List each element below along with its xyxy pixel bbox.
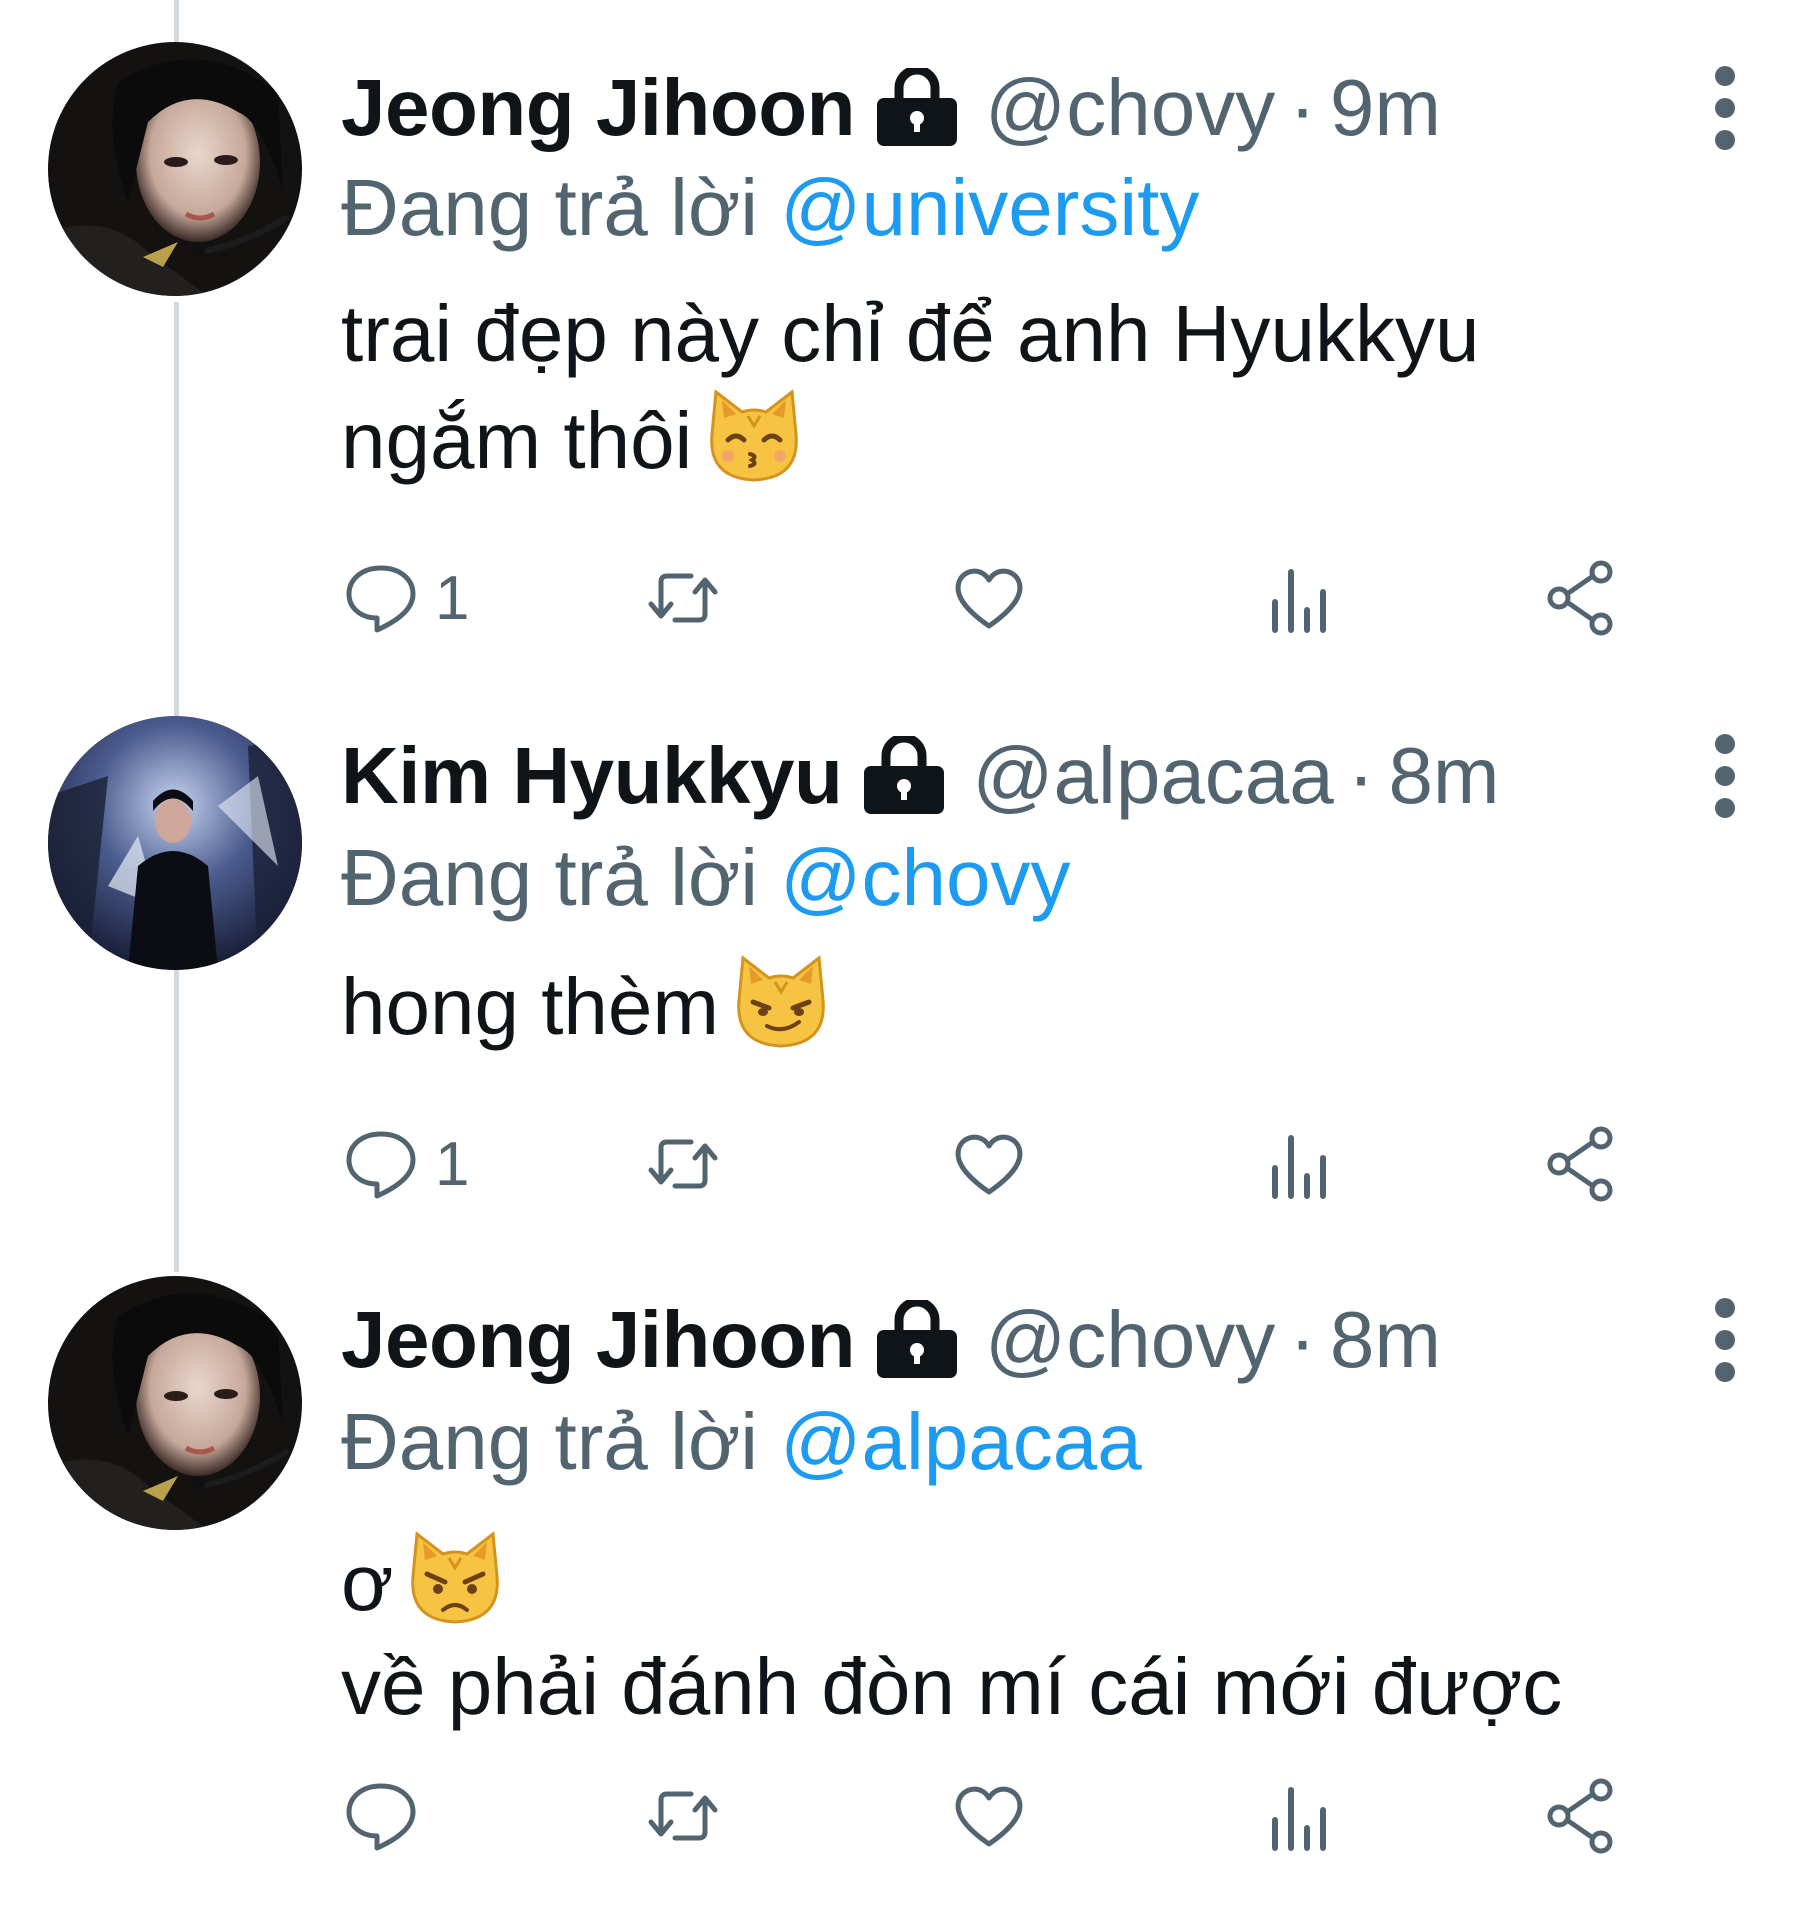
like-button[interactable]	[949, 1766, 1029, 1866]
tweet-actions: 1	[341, 548, 1691, 648]
timestamp[interactable]: 8m	[1330, 1290, 1441, 1390]
avatar[interactable]	[48, 42, 302, 296]
thread-line-top	[174, 0, 179, 42]
more-icon[interactable]	[1710, 1290, 1740, 1390]
share-button[interactable]	[1541, 1114, 1621, 1214]
share-icon	[1547, 560, 1613, 636]
display-name[interactable]: Jeong Jihoon	[341, 58, 856, 158]
tweet-text-line: ơ	[341, 1528, 1562, 1635]
analytics-button[interactable]	[1261, 1766, 1341, 1866]
pouting-cat-emoji	[405, 1528, 505, 1628]
tweet-text-line: ngắm thôi	[341, 386, 1479, 493]
like-icon	[955, 1786, 1023, 1847]
analytics-button[interactable]	[1261, 548, 1341, 648]
tweet-text-line: hong thèm	[341, 952, 831, 1059]
tweet-text: hong thèm	[341, 952, 831, 1059]
username-handle[interactable]: @chovy	[985, 1290, 1275, 1390]
analytics-icon	[1272, 1135, 1326, 1199]
tweet-text-line: về phải đánh đòn mí cái mới được	[341, 1642, 1563, 1731]
share-icon	[1547, 1778, 1613, 1854]
analytics-button[interactable]	[1261, 1114, 1341, 1214]
username-handle[interactable]: @alpacaa	[972, 726, 1333, 826]
reply-count: 1	[435, 563, 470, 633]
lock-icon	[873, 68, 961, 148]
replying-to: Đang trả lời @alpacaa	[341, 1392, 1142, 1492]
avatar[interactable]	[48, 1276, 302, 1530]
tweet-actions: 1	[341, 1114, 1691, 1214]
tweet-actions	[341, 1766, 1691, 1866]
share-icon	[1547, 1126, 1613, 1202]
more-icon[interactable]	[1710, 58, 1740, 158]
replying-to-label: Đang trả lời	[341, 833, 781, 922]
retweet-icon	[648, 573, 718, 623]
tweet-text: ơ về phải đánh đòn mí cái mới được	[341, 1528, 1562, 1739]
reply-mention-link[interactable]: @alpacaa	[780, 1397, 1141, 1486]
reply-count: 1	[435, 1129, 470, 1199]
like-icon	[955, 568, 1023, 629]
username-handle[interactable]: @chovy	[985, 58, 1275, 158]
retweet-icon	[648, 1139, 718, 1189]
analytics-icon	[1272, 569, 1326, 633]
retweet-button[interactable]	[643, 548, 723, 648]
more-icon[interactable]	[1710, 726, 1740, 826]
reply-icon	[346, 1783, 416, 1851]
separator-dot: ·	[1289, 63, 1316, 152]
display-name[interactable]: Kim Hyukkyu	[341, 726, 843, 826]
tweet-text: trai đẹp này chỉ để anh Hyukkyu ngắm thô…	[341, 282, 1479, 493]
reply-mention-link[interactable]: @university	[780, 163, 1199, 252]
tweet-header: Jeong Jihoon @chovy · 8m	[341, 1290, 1698, 1390]
lock-icon	[860, 736, 948, 816]
display-name[interactable]: Jeong Jihoon	[341, 1290, 856, 1390]
tweet-text-line: trai đẹp này chỉ để anh Hyukkyu	[341, 289, 1480, 378]
timestamp[interactable]: 8m	[1388, 726, 1499, 826]
retweet-icon	[648, 1791, 718, 1841]
smirking-cat-emoji	[731, 952, 831, 1052]
share-button[interactable]	[1541, 1766, 1621, 1866]
reply-icon	[346, 565, 416, 633]
reply-icon	[346, 1131, 416, 1199]
reply-button[interactable]: 1	[341, 1114, 469, 1214]
reply-button[interactable]: 1	[341, 548, 469, 648]
avatar[interactable]	[48, 716, 302, 970]
like-icon	[955, 1134, 1023, 1195]
replying-to-label: Đang trả lời	[341, 1397, 781, 1486]
timestamp[interactable]: 9m	[1330, 58, 1441, 158]
replying-to: Đang trả lời @university	[341, 158, 1199, 258]
retweet-button[interactable]	[643, 1766, 723, 1866]
thread-line-1	[174, 302, 179, 720]
tweet-header: Kim Hyukkyu @alpacaa · 8m	[341, 726, 1698, 826]
thread-line-2	[174, 970, 179, 1272]
kissing-cat-emoji	[704, 386, 804, 486]
reply-mention-link[interactable]: @chovy	[780, 833, 1070, 922]
retweet-button[interactable]	[643, 1114, 723, 1214]
share-button[interactable]	[1541, 548, 1621, 648]
analytics-icon	[1272, 1787, 1326, 1851]
like-button[interactable]	[949, 548, 1029, 648]
separator-dot: ·	[1347, 731, 1375, 820]
like-button[interactable]	[949, 1114, 1029, 1214]
separator-dot: ·	[1289, 1295, 1316, 1384]
tweet-header: Jeong Jihoon @chovy · 9m	[341, 58, 1698, 158]
lock-icon	[873, 1300, 961, 1380]
reply-button[interactable]	[341, 1766, 435, 1866]
replying-to: Đang trả lời @chovy	[341, 828, 1071, 928]
replying-to-label: Đang trả lời	[341, 163, 781, 252]
